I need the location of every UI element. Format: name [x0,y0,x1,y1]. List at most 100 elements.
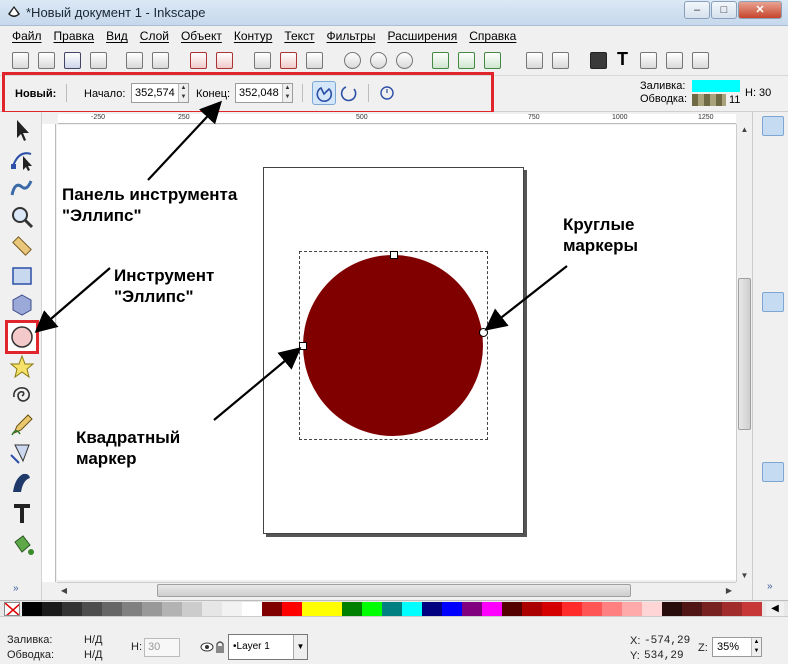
menu-text[interactable]: Текст [284,29,314,43]
layer-dropdown-icon[interactable]: ▼ [293,635,307,659]
palette-swatch[interactable] [622,602,642,616]
palette-swatch[interactable] [162,602,182,616]
horizontal-scroll-thumb[interactable] [157,584,631,597]
palette-swatch[interactable] [342,602,362,616]
snap-smooth-nodes-icon[interactable] [762,404,784,424]
palette-swatch[interactable] [442,602,462,616]
node-editor-icon[interactable] [9,146,35,172]
round-handle[interactable] [479,328,488,337]
align-icon[interactable] [692,52,709,69]
snap-paths-icon[interactable] [762,320,784,340]
snap-bbox-corners-icon[interactable] [762,202,784,222]
palette-swatch[interactable] [522,602,542,616]
palette-swatch[interactable] [742,602,762,616]
print-icon[interactable] [90,52,107,69]
measure-icon[interactable] [9,233,35,259]
pen-icon[interactable] [9,441,35,467]
palette-swatch[interactable] [262,602,282,616]
palette-swatch[interactable] [122,602,142,616]
layers-icon[interactable] [640,52,657,69]
menu-layer[interactable]: Слой [140,29,169,43]
palette-menu-icon[interactable]: ◀ [766,602,784,616]
snap-bbox-edges-icon[interactable] [762,174,784,194]
palette-swatch[interactable] [382,602,402,616]
palette-swatch[interactable] [422,602,442,616]
snap-rotation-center-icon[interactable] [762,516,784,536]
text-tool-icon[interactable] [9,500,35,526]
palette-swatch[interactable] [582,602,602,616]
zoom-page-icon[interactable] [396,52,413,69]
zoom-spinner[interactable]: ▲ ▼ [751,638,761,656]
zoom-drawing-icon[interactable] [370,52,387,69]
close-button[interactable]: ✕ [738,1,782,19]
palette-swatch[interactable] [62,602,82,616]
palette-swatch[interactable] [42,602,62,616]
duplicate-icon[interactable] [432,52,449,69]
paste-icon[interactable] [306,52,323,69]
square-handle-left[interactable] [299,342,307,350]
horizontal-scrollbar[interactable]: ◀ ▶ [57,582,736,598]
menu-help[interactable]: Справка [469,29,516,43]
vertical-scrollbar[interactable]: ▲ ▼ [736,124,752,582]
palette-swatch[interactable] [222,602,242,616]
palette-swatch[interactable] [662,602,682,616]
palette-swatch[interactable] [722,602,742,616]
snap-toggle-icon[interactable] [762,116,784,136]
cut-icon[interactable] [280,52,297,69]
zoom-selection-icon[interactable] [344,52,361,69]
palette-swatch[interactable] [322,602,342,616]
maximize-button[interactable]: □ [711,1,737,19]
export-icon[interactable] [152,52,169,69]
palette-swatch[interactable] [482,602,502,616]
scroll-right-icon[interactable]: ▶ [722,583,736,598]
clone-icon[interactable] [458,52,475,69]
menu-object[interactable]: Объект [181,29,222,43]
minimize-button[interactable]: – [684,1,710,19]
toolbox-more-icon[interactable]: » [13,583,19,594]
scroll-left-icon[interactable]: ◀ [57,583,71,598]
menu-extensions[interactable]: Расширения [387,29,457,43]
calligraphy-icon[interactable] [9,470,35,496]
text-font-icon[interactable]: T [614,50,631,68]
square-handle-top[interactable] [390,251,398,259]
more-snap-icon[interactable]: » [765,578,779,592]
rectangle-icon[interactable] [9,263,35,289]
scroll-up-icon[interactable]: ▲ [737,124,752,136]
snap-object-centers-icon[interactable] [762,490,784,510]
palette-swatch[interactable] [202,602,222,616]
fill-stroke-icon[interactable] [590,52,607,69]
copy-icon[interactable] [254,52,271,69]
snap-nodes-icon[interactable] [762,292,784,312]
palette-swatch[interactable] [142,602,162,616]
visibility-eye-icon[interactable] [200,640,214,654]
snap-others-icon[interactable] [762,462,784,482]
menu-file[interactable]: Файл [12,29,42,43]
palette-swatch[interactable] [542,602,562,616]
layer-selector[interactable]: •Layer 1 ▼ [228,634,308,660]
snap-intersections-icon[interactable] [762,348,784,368]
palette-swatch[interactable] [182,602,202,616]
snap-line-midpoints-icon[interactable] [762,430,784,450]
palette-swatch[interactable] [282,602,302,616]
opacity-field[interactable]: 30 [144,638,180,657]
save-icon[interactable] [64,52,81,69]
snap-text-baseline-icon[interactable] [762,540,784,560]
fill-swatch[interactable] [692,80,740,92]
menu-filters[interactable]: Фильтры [327,29,376,43]
menu-edit[interactable]: Правка [54,29,95,43]
paint-bucket-icon[interactable] [9,532,35,558]
zoom-field[interactable]: 35% ▲ ▼ [712,637,762,657]
palette-swatch[interactable] [702,602,722,616]
palette-swatch[interactable] [82,602,102,616]
snap-bbox-midpoints-icon[interactable] [762,230,784,250]
menu-view[interactable]: Вид [106,29,128,43]
no-paint-swatch[interactable] [4,602,20,616]
snap-bbox-centers-icon[interactable] [762,258,784,278]
palette-swatch[interactable] [682,602,702,616]
palette-swatch[interactable] [562,602,582,616]
palette-swatch[interactable] [642,602,662,616]
group-icon[interactable] [526,52,543,69]
pencil-icon[interactable] [9,412,35,438]
redo-icon[interactable] [216,52,233,69]
snap-cusp-nodes-icon[interactable] [762,376,784,396]
